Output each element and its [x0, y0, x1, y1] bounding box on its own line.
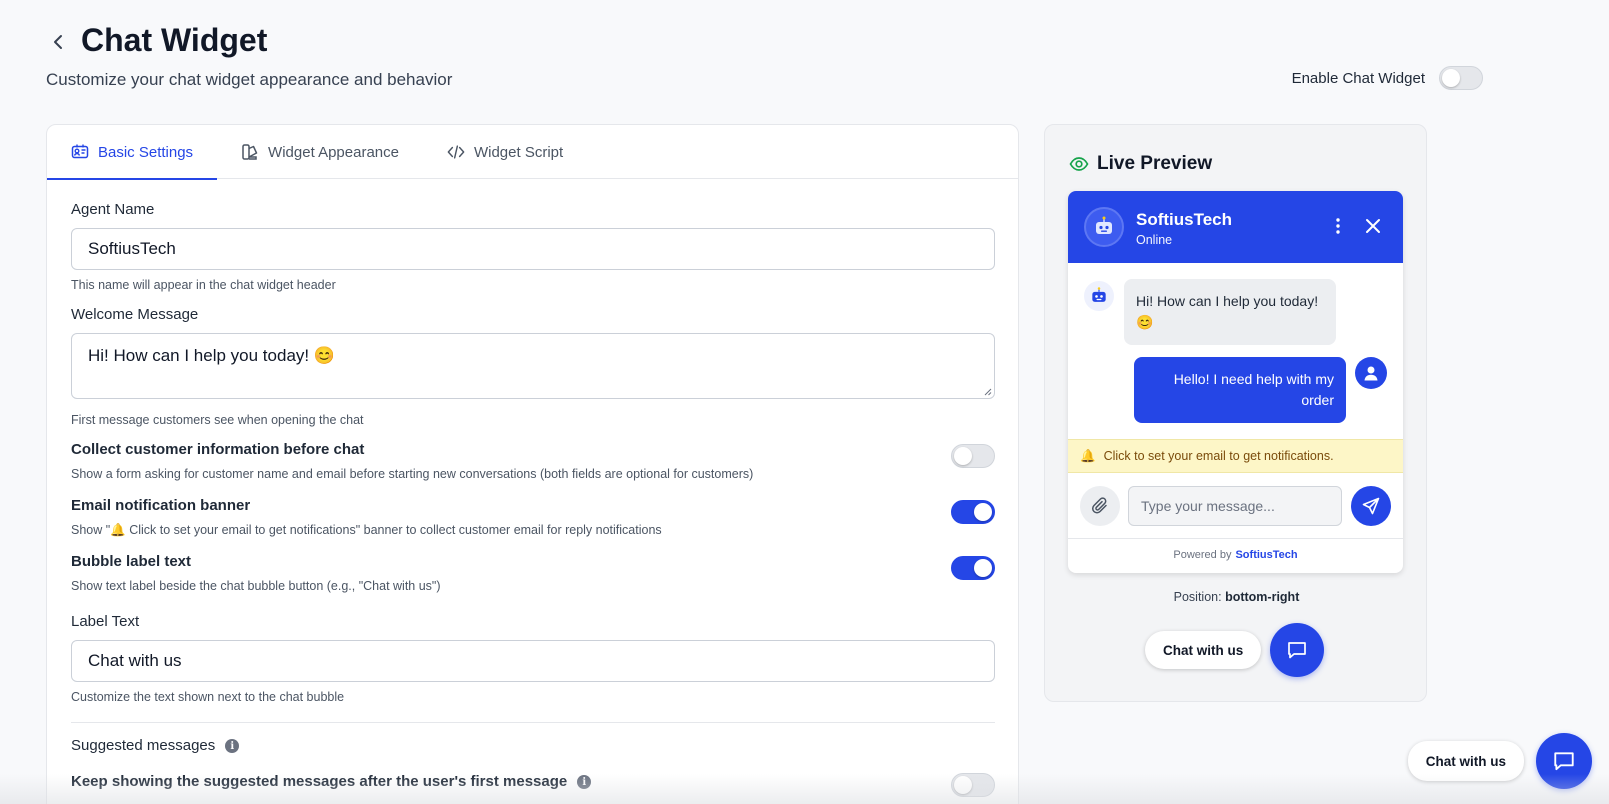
- settings-card: Basic Settings Widget Appearance Widget …: [46, 124, 1019, 804]
- toggle-knob: [974, 559, 992, 577]
- section-divider: [71, 722, 995, 723]
- email-banner-hint: Show "🔔 Click to set your email to get n…: [71, 523, 662, 537]
- position-value: bottom-right: [1225, 590, 1300, 604]
- label-text-input[interactable]: Chat with us: [71, 640, 995, 682]
- keep-suggested-row: Keep showing the suggested messages afte…: [71, 773, 592, 790]
- welcome-message-hint: First message customers see when opening…: [71, 413, 364, 427]
- chevron-left-icon: [54, 35, 62, 49]
- floating-chat-bubble: Chat with us: [1407, 733, 1592, 789]
- keep-suggested-label: Keep showing the suggested messages afte…: [71, 773, 568, 790]
- attach-button[interactable]: [1080, 486, 1120, 526]
- floating-bubble-label[interactable]: Chat with us: [1407, 741, 1524, 781]
- page-subtitle: Customize your chat widget appearance an…: [46, 70, 453, 89]
- toggle-knob: [954, 776, 972, 794]
- page-title: Chat Widget: [81, 22, 268, 58]
- tab-label: Widget Script: [473, 143, 564, 161]
- welcome-message-textarea[interactable]: Hi! How can I help you today! 😊: [71, 333, 995, 399]
- send-button[interactable]: [1351, 486, 1391, 526]
- chat-widget-preview: SoftiusTech Online Hi! How can I help yo…: [1068, 191, 1403, 573]
- keep-suggested-toggle[interactable]: [951, 773, 995, 797]
- agent-name-input[interactable]: SoftiusTech: [71, 228, 995, 270]
- label-text-label: Label Text: [71, 613, 140, 630]
- bubble-label-text-hint: Show text label beside the chat bubble b…: [71, 579, 441, 593]
- robot-icon: [1092, 287, 1106, 302]
- toggle-knob: [974, 503, 992, 521]
- chat-icon: [1554, 752, 1574, 771]
- tab-basic-settings[interactable]: Basic Settings: [47, 125, 218, 180]
- powered-brand-link[interactable]: SoftiusTech: [1235, 549, 1297, 561]
- message-input[interactable]: Type your message...: [1128, 486, 1342, 526]
- palette-icon: [241, 143, 259, 161]
- welcome-message-label: Welcome Message: [71, 306, 199, 323]
- id-card-icon: [71, 143, 89, 161]
- info-icon[interactable]: i: [577, 775, 592, 790]
- settings-tabs: Basic Settings Widget Appearance Widget …: [47, 125, 1018, 180]
- email-banner-label: Email notification banner: [71, 497, 251, 514]
- user-avatar: [1355, 357, 1387, 389]
- notification-text: Click to set your email to get notificat…: [1103, 449, 1334, 463]
- floating-bubble-button[interactable]: [1536, 733, 1592, 789]
- enable-widget-toggle[interactable]: [1439, 66, 1483, 90]
- widget-messages: Hi! How can I help you today! 😊 Hello! I…: [1068, 263, 1403, 439]
- tab-label: Basic Settings: [98, 143, 194, 161]
- info-icon[interactable]: i: [225, 739, 240, 754]
- bot-avatar: [1084, 281, 1114, 311]
- user-icon: [1364, 366, 1378, 381]
- eye-icon: [1069, 157, 1089, 171]
- bell-icon: 🔔: [1080, 448, 1096, 463]
- tab-widget-script[interactable]: Widget Script: [423, 125, 587, 179]
- widget-composer: Type your message...: [1068, 473, 1403, 539]
- agent-name-hint: This name will appear in the chat widget…: [71, 278, 336, 292]
- live-preview-label: Live Preview: [1097, 153, 1213, 174]
- widget-status: Online: [1136, 233, 1173, 247]
- close-icon: [1366, 219, 1380, 233]
- suggested-messages-heading: Suggested messages i: [71, 737, 240, 754]
- preview-bubble-button[interactable]: [1270, 623, 1325, 677]
- collect-info-toggle[interactable]: [951, 444, 995, 468]
- toggle-knob: [1442, 69, 1460, 87]
- bot-message-bubble: Hi! How can I help you today! 😊: [1124, 279, 1336, 345]
- send-icon: [1362, 497, 1380, 515]
- preview-chat-bubble: Chat with us: [1145, 623, 1325, 677]
- powered-prefix: Powered by: [1173, 549, 1232, 561]
- code-icon: [447, 143, 465, 161]
- tab-label: Widget Appearance: [268, 143, 399, 161]
- widget-close-button[interactable]: [1365, 218, 1381, 239]
- robot-icon: [1096, 216, 1112, 234]
- widget-header: SoftiusTech Online: [1068, 191, 1403, 263]
- enable-widget-label: Enable Chat Widget: [1291, 69, 1425, 87]
- tab-widget-appearance[interactable]: Widget Appearance: [217, 125, 423, 179]
- welcome-message-value: Hi! How can I help you today! 😊: [88, 346, 336, 365]
- user-message-bubble: Hello! I need help with my order: [1134, 357, 1346, 423]
- paperclip-icon: [1091, 497, 1107, 514]
- enable-widget-row: Enable Chat Widget: [1292, 66, 1483, 90]
- back-button[interactable]: [46, 30, 70, 54]
- toggle-knob: [954, 447, 972, 465]
- preview-bubble-label[interactable]: Chat with us: [1145, 631, 1262, 669]
- position-prefix: Position:: [1173, 590, 1222, 604]
- widget-avatar: [1084, 207, 1124, 247]
- bubble-label-text-label: Bubble label text: [71, 553, 192, 570]
- live-preview-card: Live Preview SoftiusTech Online Hi! How …: [1044, 124, 1427, 702]
- suggested-messages-label: Suggested messages: [71, 737, 216, 754]
- chat-icon: [1288, 642, 1307, 659]
- collect-info-hint: Show a form asking for customer name and…: [71, 467, 754, 481]
- collect-info-label: Collect customer information before chat: [71, 441, 365, 458]
- powered-by: Powered by SoftiusTech: [1068, 539, 1403, 571]
- bubble-label-toggle[interactable]: [951, 556, 995, 580]
- email-banner-toggle[interactable]: [951, 500, 995, 524]
- live-preview-title: Live Preview: [1069, 153, 1212, 175]
- email-notification-banner[interactable]: 🔔 Click to set your email to get notific…: [1068, 439, 1403, 473]
- resize-grip-icon[interactable]: [984, 388, 992, 396]
- label-text-hint: Customize the text shown next to the cha…: [71, 690, 345, 704]
- widget-agent-name: SoftiusTech: [1136, 210, 1233, 229]
- more-vertical-icon: [1336, 218, 1340, 234]
- position-indicator: Position: bottom-right: [1045, 590, 1428, 604]
- agent-name-label: Agent Name: [71, 201, 155, 218]
- widget-menu-button[interactable]: [1335, 217, 1341, 240]
